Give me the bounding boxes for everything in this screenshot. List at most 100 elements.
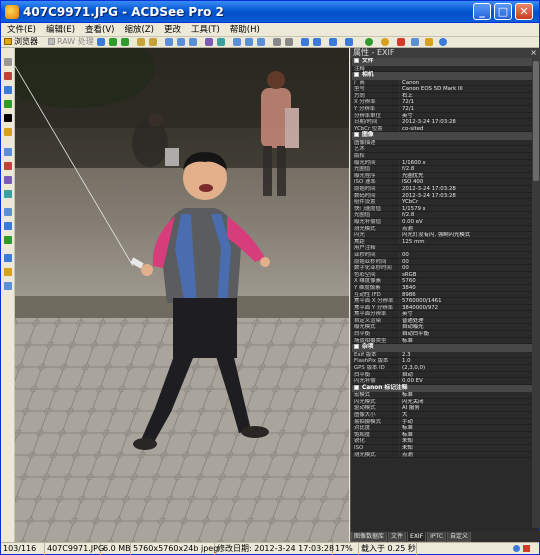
exif-section-header[interactable]: 文件 bbox=[352, 58, 532, 66]
text-icon[interactable] bbox=[4, 236, 12, 244]
exif-section-header[interactable]: 杂项 bbox=[352, 344, 532, 352]
previous-icon[interactable] bbox=[97, 38, 105, 46]
menu-edit[interactable]: 编辑(E) bbox=[40, 23, 79, 36]
exif-row[interactable]: Y 维度像素 3840 bbox=[352, 284, 532, 292]
flag-icon[interactable] bbox=[381, 38, 389, 46]
copy-icon[interactable] bbox=[245, 38, 253, 46]
send-icon[interactable] bbox=[411, 38, 419, 46]
next-icon[interactable] bbox=[121, 38, 129, 46]
exif-row[interactable]: 光圈值 f/2.8 bbox=[352, 166, 532, 173]
move-icon[interactable] bbox=[301, 38, 309, 46]
exif-scrollbar[interactable] bbox=[532, 58, 540, 528]
properties-icon[interactable] bbox=[345, 38, 353, 46]
status-tools[interactable] bbox=[511, 543, 539, 555]
exif-row[interactable]: 数字化亚秒时间 00 bbox=[352, 265, 532, 272]
watermark-icon[interactable] bbox=[4, 254, 12, 262]
exif-row[interactable]: 注释 bbox=[352, 66, 532, 73]
exif-row[interactable]: 驱动模式 AI 服务 bbox=[352, 405, 532, 412]
raw-process-button[interactable]: RAW 处理 bbox=[47, 36, 94, 47]
exif-row[interactable]: 闪光补偿 0.00 EV bbox=[352, 378, 532, 385]
exif-row[interactable]: 易拍摄模式 手动 bbox=[352, 418, 532, 426]
red-icon[interactable] bbox=[397, 38, 405, 46]
browse-button[interactable]: 浏览器 bbox=[3, 36, 38, 47]
select-icon[interactable] bbox=[273, 38, 281, 46]
exif-row[interactable]: 组件设置 YCbCr bbox=[352, 199, 532, 206]
zoom-icon[interactable] bbox=[513, 545, 520, 552]
effects-icon[interactable] bbox=[4, 176, 12, 184]
zoom-in-icon[interactable] bbox=[165, 38, 173, 46]
exif-row[interactable]: 焦平面分辨率 英寸 bbox=[352, 311, 532, 318]
exif-row[interactable]: 型号 Canon EOS 5D Mark III bbox=[352, 86, 532, 93]
acdsee-app-icon[interactable] bbox=[5, 5, 19, 19]
exif-row[interactable]: 厂商 Canon bbox=[352, 79, 532, 87]
exif-row[interactable]: 自定义渲染 普通处理 bbox=[352, 317, 532, 325]
save-icon[interactable] bbox=[233, 38, 241, 46]
exif-row[interactable]: 饱和度 标准 bbox=[352, 431, 532, 439]
flip-icon[interactable] bbox=[4, 222, 12, 230]
minimize-button[interactable]: _ bbox=[473, 3, 491, 20]
exif-row[interactable]: 图像大小 大 bbox=[352, 412, 532, 419]
exif-row[interactable]: 曝光程序 光圈优先 bbox=[352, 172, 532, 180]
exif-row[interactable]: 互动性 IFD 8986 bbox=[352, 291, 532, 299]
exif-row[interactable]: 对比度 标准 bbox=[352, 425, 532, 432]
exif-row[interactable]: 场景拍摄类型 标准 bbox=[352, 337, 532, 345]
tab-custom[interactable]: 自定义 bbox=[447, 532, 472, 542]
exif-row[interactable]: 曝光时间 1/1600 s bbox=[352, 159, 532, 167]
exif-row[interactable]: 版权 bbox=[352, 153, 532, 160]
grid-icon[interactable] bbox=[313, 38, 321, 46]
exif-row[interactable]: YCbCr 位置 co-sited bbox=[352, 125, 532, 133]
exif-row[interactable]: GPS 版本 ID (2,3,0,0) bbox=[352, 364, 532, 372]
pan-icon[interactable] bbox=[285, 38, 293, 46]
edit-icon[interactable] bbox=[205, 38, 213, 46]
play-icon[interactable] bbox=[109, 38, 117, 46]
zoom-out-icon[interactable] bbox=[177, 38, 185, 46]
scroll-thumb[interactable] bbox=[533, 61, 539, 181]
resize-icon[interactable] bbox=[4, 190, 12, 198]
exif-row[interactable]: X 分辨率 72/1 bbox=[352, 99, 532, 106]
menu-view[interactable]: 查看(V) bbox=[79, 23, 118, 36]
panel-close-button[interactable]: × bbox=[530, 48, 537, 58]
exif-row[interactable]: 闪光模式 闪光关闭 bbox=[352, 398, 532, 406]
star-icon[interactable] bbox=[425, 38, 433, 46]
adjust-icon[interactable] bbox=[4, 100, 12, 108]
exif-row[interactable]: 焦平面 X 分辨率 5760000/1461 bbox=[352, 298, 532, 305]
close-button[interactable]: ✕ bbox=[515, 3, 533, 20]
exif-row[interactable]: 白平衡 自动 bbox=[352, 371, 532, 379]
tab-database[interactable]: 图像数据库 bbox=[351, 532, 388, 542]
levels-icon[interactable] bbox=[4, 114, 12, 122]
exif-row[interactable]: X 维度像素 5760 bbox=[352, 278, 532, 285]
menu-help[interactable]: 帮助(H) bbox=[224, 23, 264, 36]
tab-iptc[interactable]: IPTC bbox=[427, 532, 447, 542]
exif-row[interactable]: 测光模式 点测 bbox=[352, 451, 532, 459]
exif-row[interactable]: 日期/时间 2012-3-24 17:03:28 bbox=[352, 119, 532, 126]
collapse-toggle-icon[interactable] bbox=[354, 58, 359, 63]
tab-file[interactable]: 文件 bbox=[388, 532, 407, 542]
collapse-toggle-icon[interactable] bbox=[354, 384, 359, 390]
exif-row[interactable]: 原始亚秒时间 00 bbox=[352, 258, 532, 266]
exif-row[interactable]: 用户注释 bbox=[352, 245, 532, 252]
exposure-icon[interactable] bbox=[4, 128, 12, 136]
title-bar[interactable]: 407C9971.JPG - ACDSee Pro 2 _ □ ✕ bbox=[1, 1, 539, 23]
collapse-toggle-icon[interactable] bbox=[354, 132, 359, 138]
print-icon[interactable] bbox=[257, 38, 265, 46]
exif-row[interactable]: 亚秒时间 00 bbox=[352, 251, 532, 259]
crop-icon[interactable] bbox=[217, 38, 225, 46]
exif-row[interactable]: 快门速度值 1/1579 s bbox=[352, 205, 532, 213]
exif-row[interactable]: 测光模式 点测 bbox=[352, 225, 532, 233]
redeye-icon[interactable] bbox=[4, 162, 12, 170]
exif-row[interactable]: FlashPix 版本 1.0 bbox=[352, 358, 532, 365]
exif-row[interactable]: 色彩空间 sRGB bbox=[352, 271, 532, 279]
border-icon[interactable] bbox=[4, 268, 12, 276]
exif-section-header[interactable]: 相机 bbox=[352, 72, 532, 80]
menu-file[interactable]: 文件(E) bbox=[1, 23, 40, 36]
maximize-button[interactable]: □ bbox=[494, 3, 512, 20]
collapse-toggle-icon[interactable] bbox=[354, 72, 359, 78]
exif-row[interactable]: 图像描述 bbox=[352, 140, 532, 147]
tab-exif[interactable]: EXIF bbox=[407, 532, 427, 542]
exif-row[interactable]: 艺术 bbox=[352, 146, 532, 154]
exif-row[interactable]: 原始时间 2012-3-24 17:03:28 bbox=[352, 186, 532, 193]
rotate-right-icon[interactable] bbox=[149, 38, 157, 46]
brush-icon[interactable] bbox=[4, 72, 12, 80]
exif-row[interactable]: 焦平面 Y 分辨率 3840000/972 bbox=[352, 304, 532, 312]
rotate-left-icon[interactable] bbox=[137, 38, 145, 46]
